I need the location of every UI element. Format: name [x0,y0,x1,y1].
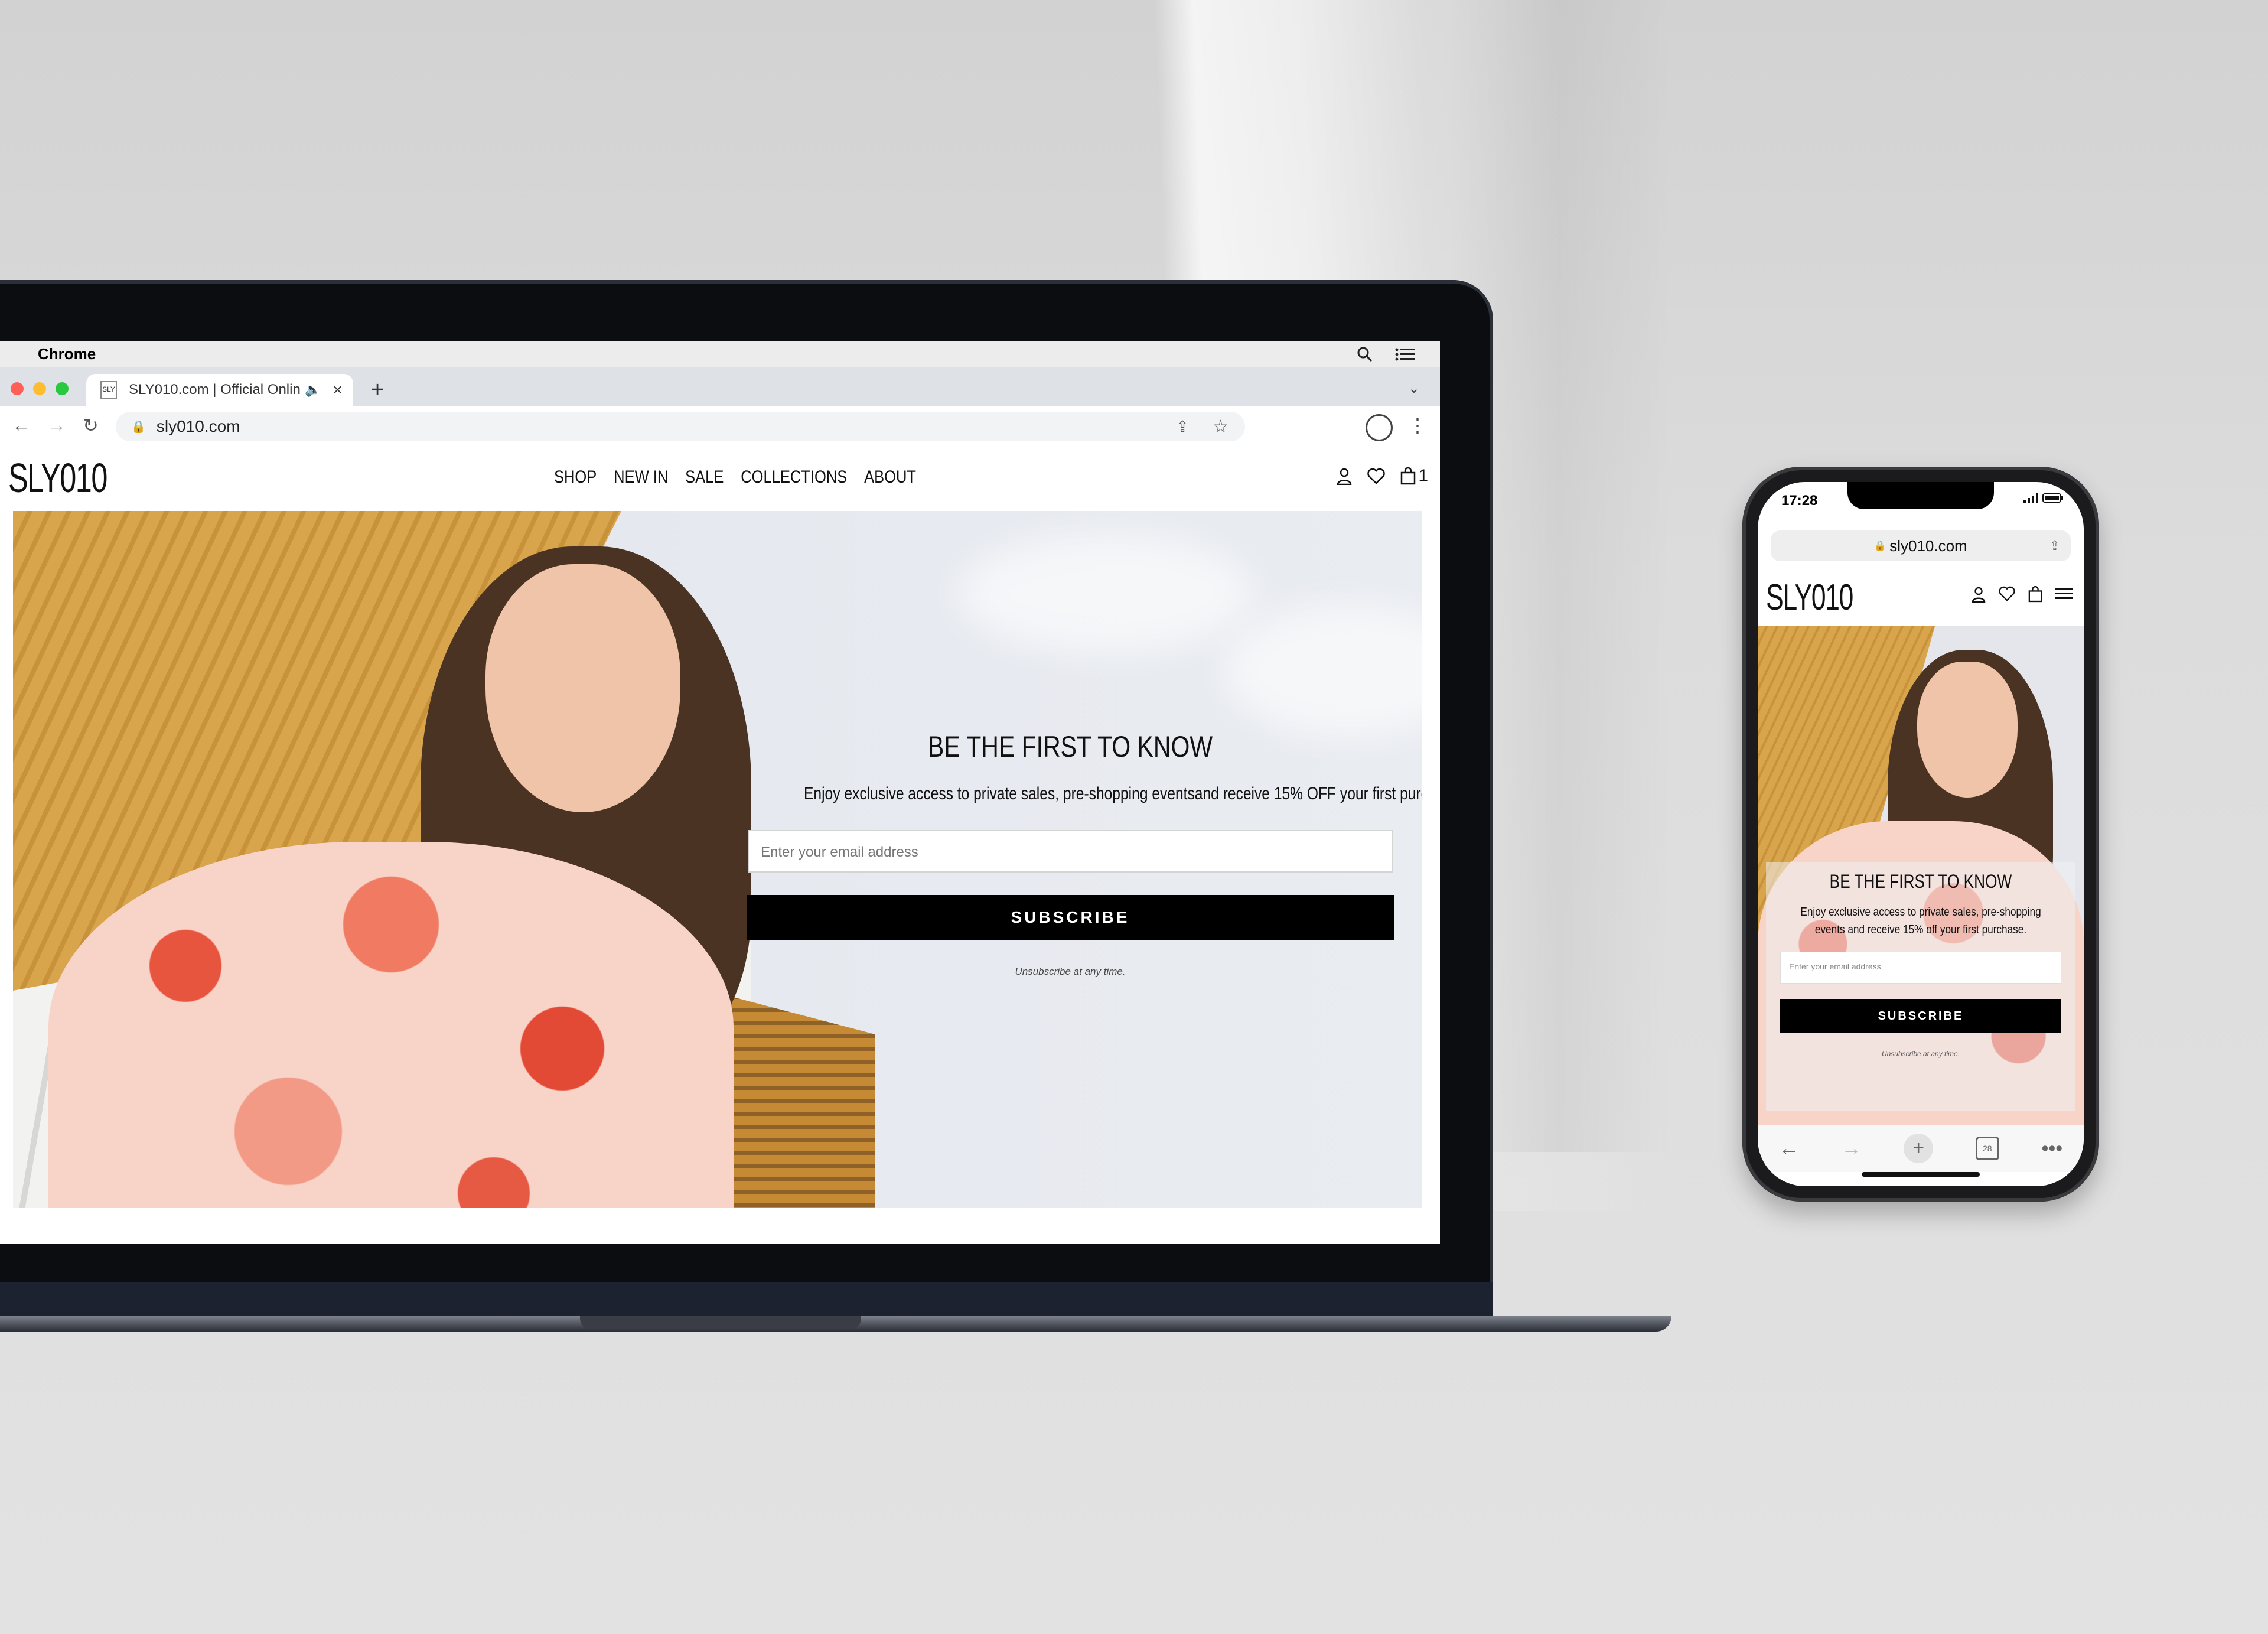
phone-status-icons [2023,493,2064,506]
phone-home-indicator[interactable] [1862,1172,1980,1177]
address-bar[interactable]: 🔒 sly010.com ⇪ ☆ [116,412,1245,441]
phone-lock-icon: 🔒 [1874,541,1886,551]
phone-address-url: sly010.com [1889,536,1967,555]
phone-site-logo[interactable]: SLY010 [1766,577,1853,619]
chrome-tab-bar: SLY SLY010.com | Official Online Store 🔈… [0,367,1440,406]
phone-email-input[interactable]: Enter your email address [1780,952,2061,984]
phone-signup-heading: BE THE FIRST TO KNOW [1829,871,2012,892]
phone-account-icon[interactable] [1972,586,1986,603]
phone-browser-toolbar: ← → + 28 ••• [1758,1125,2084,1172]
phone-tabs-icon[interactable]: 28 [1975,1137,1999,1160]
phone-notch [1847,482,1994,509]
back-arrow-icon[interactable]: ← [12,414,31,436]
subscribe-button[interactable]: SUBSCRIBE [747,895,1394,940]
hero-model-face [485,564,680,812]
phone-forward-arrow-icon[interactable]: → [1841,1137,1861,1160]
nav-about[interactable]: ABOUT [864,467,916,487]
phone-more-icon[interactable]: ••• [2041,1137,2062,1160]
account-icon[interactable] [1337,467,1352,485]
signup-description: Enjoy exclusive access to private sales,… [804,784,1422,803]
phone-new-tab-plus-icon[interactable]: + [1904,1134,1934,1163]
share-icon[interactable]: ⇪ [1176,418,1189,436]
new-tab-button[interactable]: + [371,377,384,403]
phone-address-bar[interactable]: 🔒 sly010.com ⇪ [1771,530,2071,561]
tab-close-icon[interactable]: × [333,380,342,399]
cart-count: 1 [1418,466,1428,486]
nav-sale[interactable]: SALE [685,467,724,487]
chrome-menu-icon[interactable]: ⋮ [1408,414,1427,437]
phone-shopping-bag-icon[interactable] [2028,586,2042,603]
phone-site-header: SLY010 [1758,571,2084,624]
lock-icon[interactable]: 🔒 [131,419,146,434]
cart-button[interactable]: 1 [1400,466,1428,486]
phone-header-icons [1972,586,2073,603]
nav-collections[interactable]: COLLECTIONS [741,467,847,487]
chrome-toolbar: ← → ↻ 🔒 sly010.com ⇪ ☆ ⋮ [0,406,1440,447]
signal-icon [2023,493,2039,503]
battery-icon [2042,493,2063,503]
cloud [1224,606,1422,735]
tab-title: SLY010.com | Official Online Store [129,382,300,398]
hamburger-menu-icon[interactable] [2055,586,2073,601]
laptop-notch [580,1316,861,1329]
mac-menubar: Chrome [0,341,1440,367]
unsubscribe-note: Unsubscribe at any time. [1015,966,1126,977]
cloud [958,535,1253,653]
phone-clock: 17:28 [1781,493,1818,509]
site-header: SLY010 SHOP NEW IN SALE COLLECTIONS ABOU… [0,446,1440,511]
signup-heading: BE THE FIRST TO KNOW [927,730,1213,763]
nav-shop[interactable]: SHOP [554,467,597,487]
app-menu-chrome[interactable]: Chrome [38,345,96,363]
nav-new-in[interactable]: NEW IN [614,467,668,487]
phone-unsubscribe-note: Unsubscribe at any time. [1881,1050,1960,1058]
phone-signup-description: Enjoy exclusive access to private sales,… [1800,906,2041,936]
phone-wishlist-heart-icon[interactable] [1999,586,2015,601]
phone-share-icon[interactable]: ⇪ [2049,538,2060,554]
site-logo[interactable]: SLY010 [8,454,107,502]
phone-back-arrow-icon[interactable]: ← [1779,1137,1799,1160]
bookmark-star-icon[interactable]: ☆ [1213,416,1228,437]
wishlist-heart-icon[interactable] [1367,468,1386,484]
browser-tab[interactable]: SLY SLY010.com | Official Online Store 🔈… [86,374,353,406]
laptop-screen: Chrome SLY SLY010.com | Official Online … [0,341,1440,1244]
window-minimize-button[interactable] [33,382,46,395]
tab-favicon-icon: SLY [100,381,117,399]
header-icons: 1 [1337,466,1428,486]
reload-icon[interactable]: ↻ [83,414,99,437]
hero-model-floral-shirt [48,842,734,1208]
shopping-bag-icon [1401,467,1416,485]
phone-hero-model-face [1917,662,2018,798]
tab-search-chevron-icon[interactable]: ⌄ [1408,380,1420,397]
laptop-base [0,1282,1493,1319]
window-close-button[interactable] [11,382,24,395]
main-nav: SHOP NEW IN SALE COLLECTIONS ABOUT [554,467,916,487]
tab-audio-icon[interactable]: 🔈 [305,382,321,398]
hero-banner: BE THE FIRST TO KNOW Enjoy exclusive acc… [13,511,1422,1208]
window-zoom-button[interactable] [56,382,69,395]
forward-arrow-icon[interactable]: → [47,414,66,436]
profile-avatar-icon[interactable] [1366,414,1393,441]
control-center-icon[interactable] [1395,347,1415,362]
phone-newsletter-signup: BE THE FIRST TO KNOW Enjoy exclusive acc… [1766,862,2075,1111]
address-url: sly010.com [156,417,240,435]
phone-subscribe-button[interactable]: SUBSCRIBE [1780,999,2061,1033]
spotlight-search-icon[interactable] [1357,347,1373,362]
phone-hero: BE THE FIRST TO KNOW Enjoy exclusive acc… [1758,626,2084,1125]
email-input[interactable]: Enter your email address [748,830,1393,873]
phone: 17:28 🔒 sly010.com ⇪ SLY010 BE THE FIRST… [1742,467,2099,1202]
newsletter-signup: BE THE FIRST TO KNOW Enjoy exclusive acc… [745,730,1422,978]
phone-screen: 17:28 🔒 sly010.com ⇪ SLY010 BE THE FIRST… [1758,482,2084,1186]
